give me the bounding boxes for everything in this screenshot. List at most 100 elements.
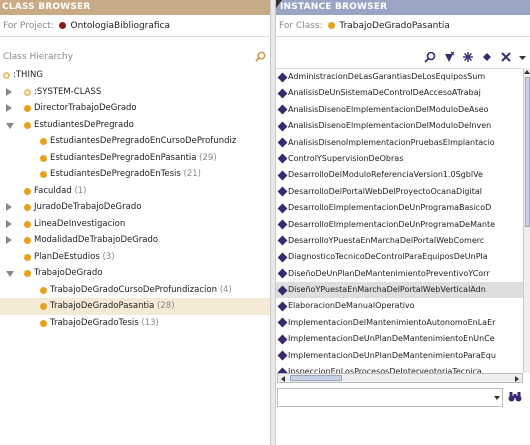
search-class-icon[interactable] xyxy=(255,51,266,62)
horizontal-scroll-thumb[interactable] xyxy=(290,375,342,381)
instance-list-item[interactable]: ImplementacionDeUnPlanDeMantenimientoPar… xyxy=(276,348,523,364)
class-tree-item[interactable]: TrabajoDeGradoPasantia (28) xyxy=(0,298,270,315)
instance-list-item[interactable]: AnalisisDisenoElmplementacionDelModuloDe… xyxy=(276,102,523,118)
create-instance-icon[interactable] xyxy=(443,51,455,63)
class-tree-item[interactable]: JuradoDeTrabajoDeGrado xyxy=(0,199,270,216)
class-tree-label: JuradoDeTrabajoDeGrado xyxy=(34,199,141,216)
class-name-text: TrabajoDeGradoPasantia xyxy=(50,301,155,311)
class-tree-item[interactable]: PlanDeEstudios (3) xyxy=(0,249,270,266)
pane-corner-icon xyxy=(276,0,282,8)
collapse-triangle-icon[interactable] xyxy=(6,271,14,279)
instance-list-item[interactable]: AnalisisDisenoImplementacionPruebasElmpl… xyxy=(276,135,523,151)
binoculars-icon[interactable] xyxy=(508,391,522,403)
class-tree-item[interactable]: :SYSTEM-CLASS xyxy=(0,84,270,101)
class-tree-label: TrabajoDeGradoCursoDeProfundizacion (4) xyxy=(50,282,232,299)
class-tree-label: TrabajoDeGrado xyxy=(34,265,102,282)
class-name: TrabajoDeGradoPasantia xyxy=(339,21,450,31)
class-tree-item[interactable]: TrabajoDeGradoTesis (13) xyxy=(0,315,270,332)
class-tree-label: EstudiantesDePregradoEnTesis (21) xyxy=(50,166,201,183)
scroll-right-icon[interactable] xyxy=(515,376,519,382)
class-tree-item[interactable]: EstudiantesDePregradoEnCursoDeProfundiz xyxy=(0,133,270,150)
scroll-left-icon[interactable] xyxy=(281,376,285,382)
class-tree-item[interactable]: LineaDeInvestigacion xyxy=(0,216,270,233)
scroll-up-icon[interactable] xyxy=(524,70,530,74)
delete-instance-icon[interactable] xyxy=(500,51,512,63)
instance-diamond-icon xyxy=(277,301,288,312)
class-tree-label: ModalidadDeTrabajoDeGrado xyxy=(34,232,158,249)
class-icon xyxy=(24,105,31,112)
instance-name: AdministracionDeLasGarantiasDeLosEquipos… xyxy=(288,72,486,81)
class-icon xyxy=(24,88,31,96)
vertical-scroll-thumb[interactable] xyxy=(525,77,530,227)
instance-filter-combo[interactable] xyxy=(277,388,503,407)
expand-triangle-icon[interactable] xyxy=(6,104,14,112)
class-tree-item[interactable]: EstudiantesDePregradoEnPasantia (29) xyxy=(0,150,270,167)
instance-list-item[interactable]: ImplementacionDelMantenimientoAutonomoEn… xyxy=(276,315,523,331)
instance-name: DesarrolloYPuestaEnMarchaDelPortalWebCom… xyxy=(288,235,485,245)
instance-name: DesarrolloElmplementacionDeUnProgramaDeM… xyxy=(288,219,496,229)
instance-list-item[interactable]: DesarrolloElmplementacionDeUnProgramaDeM… xyxy=(276,217,523,233)
instance-list-item[interactable]: DesarrolloElmplementacionDeUnProgramaBas… xyxy=(276,200,523,216)
instance-list-item[interactable]: DiseñoYPuestaEnMarchaDelPortalWebVertica… xyxy=(276,282,523,299)
instance-name: DiagnosticoTecnicoDeControlParaEquiposDe… xyxy=(288,252,488,262)
class-tree-item[interactable]: EstudiantesDePregradoEnTesis (21) xyxy=(0,166,270,183)
instance-list-item[interactable]: ControlYSupervisionDeObras xyxy=(276,151,523,167)
instance-list-item[interactable]: InspeccionEnLosProcesosDeInterventoriaTe… xyxy=(276,364,523,373)
class-tree-item[interactable]: DirectorTrabajoDeGrado xyxy=(0,100,270,117)
instance-list-item[interactable]: AnalisisDisenoElmplementacionDelModuloDe… xyxy=(276,118,523,134)
class-tree-item[interactable]: TrabajoDeGradoCursoDeProfundizacion (4) xyxy=(0,282,270,299)
instance-name: DesarrolloDelModuloReferenciaVersion1.0S… xyxy=(288,170,483,180)
instance-list-item[interactable]: AdministracionDeLasGarantiasDeLosEquipos… xyxy=(276,69,523,85)
vertical-scrollbar[interactable] xyxy=(523,68,530,373)
collapse-triangle-icon[interactable] xyxy=(6,122,14,131)
class-tree-item[interactable]: Faculdad (1) xyxy=(0,183,270,200)
instance-list-item[interactable]: DiagnosticoTecnicoDeControlParaEquiposDe… xyxy=(276,249,523,265)
class-icon xyxy=(327,22,335,29)
class-tree-label: EstudiantesDePregradoEnPasantia (29) xyxy=(50,150,217,167)
instance-diamond-icon xyxy=(277,235,288,246)
instance-diamond-icon xyxy=(277,203,288,214)
class-icon xyxy=(24,204,31,211)
search-instance-icon[interactable] xyxy=(424,51,436,63)
instance-diamond-icon xyxy=(277,137,288,148)
chevron-down-icon[interactable] xyxy=(494,396,500,400)
instance-list-item[interactable]: DesarrolloYPuestaEnMarchaDelPortalWebCom… xyxy=(276,233,523,249)
instance-diamond-icon[interactable] xyxy=(481,51,493,63)
instance-list-item[interactable]: ImplementacionDeUnPlanDeMantenimientoEnU… xyxy=(276,331,523,347)
class-name-text: JuradoDeTrabajoDeGrado xyxy=(34,202,142,212)
class-tree-item[interactable]: ModalidadDeTrabajoDeGrado xyxy=(0,232,270,249)
class-tree-item[interactable]: TrabajoDeGrado xyxy=(0,265,270,282)
instance-diamond-icon xyxy=(277,219,288,230)
instance-list[interactable]: AdministracionDeLasGarantiasDeLosEquipos… xyxy=(276,68,523,373)
expand-triangle-icon[interactable] xyxy=(6,219,14,228)
class-icon xyxy=(40,303,47,310)
class-icon xyxy=(24,253,31,261)
instance-list-item[interactable]: DesarrolloDelModuloReferenciaVersion1.0S… xyxy=(276,167,523,183)
class-icon xyxy=(40,138,47,145)
expand-triangle-icon[interactable] xyxy=(6,203,14,211)
instance-list-item[interactable]: DesarrolloDelPortalWebDelProyectoOcanaDi… xyxy=(276,184,523,200)
instance-name: AnalisisDisenoElmplementacionDelModuloDe… xyxy=(288,104,489,114)
instance-name: ElaboracionDeManualOperativo xyxy=(288,301,415,311)
menu-dropdown-icon[interactable] xyxy=(519,51,526,63)
instance-diamond-icon xyxy=(277,285,288,296)
expand-triangle-icon[interactable] xyxy=(6,236,14,244)
class-name-text: EstudiantesDePregradoEnTesis xyxy=(50,169,181,179)
horizontal-scrollbar[interactable] xyxy=(277,373,523,383)
instance-name: ImplementacionDelMantenimientoAutonomoEn… xyxy=(288,317,496,327)
instance-name: ControlYSupervisionDeObras xyxy=(288,153,404,163)
copy-instance-icon[interactable] xyxy=(462,51,474,63)
instance-count: (4) xyxy=(217,284,232,295)
instance-count: (29) xyxy=(196,152,217,163)
instance-list-item[interactable]: AnalisisDeUnSistemaDeControlDeAccesoATra… xyxy=(276,85,523,101)
class-icon xyxy=(40,171,47,178)
instance-list-item[interactable]: DiseñoDeUnPlanDeMantenimientoPreventivoY… xyxy=(276,266,523,282)
class-tree: :THING:SYSTEM-CLASS DirectorTrabajoDeGrad… xyxy=(0,67,270,331)
instance-list-item[interactable]: ElaboracionDeManualOperativo xyxy=(276,298,523,314)
class-name-text: TrabajoDeGradoTesis xyxy=(50,317,139,328)
expand-triangle-icon[interactable] xyxy=(6,87,14,96)
instance-count: (13) xyxy=(138,317,159,328)
class-tree-item[interactable]: EstudiantesDePregrado xyxy=(0,117,270,134)
class-tree-item[interactable]: :THING xyxy=(0,67,270,84)
instance-name: AnalisisDisenoImplementacionPruebasElmpl… xyxy=(288,137,495,147)
